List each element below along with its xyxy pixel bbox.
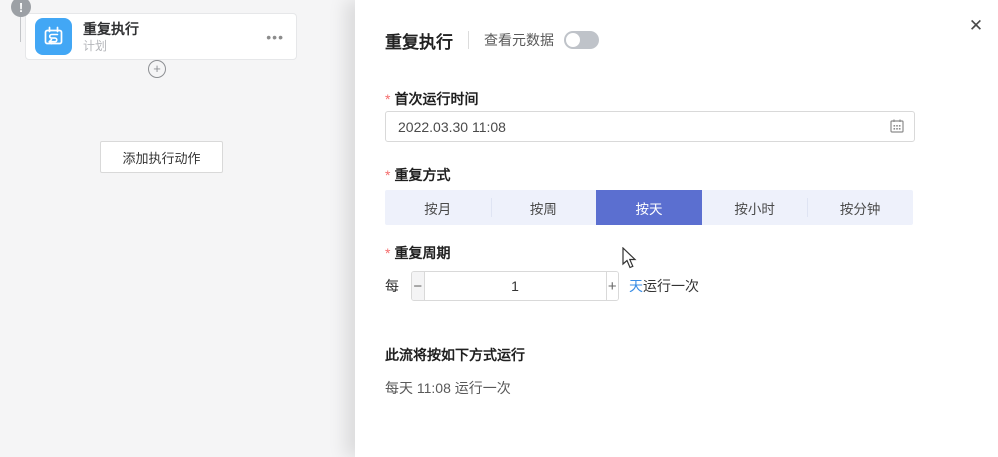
add-action-button[interactable]: 添加执行动作 bbox=[100, 141, 223, 173]
drawer-title: 重复执行 bbox=[385, 28, 453, 53]
header-divider bbox=[468, 31, 469, 49]
segment-by-minute[interactable]: 按分钟 bbox=[807, 190, 913, 225]
view-metadata-toggle[interactable] bbox=[564, 31, 599, 49]
node-text-block: 重复执行 计划 bbox=[83, 20, 266, 54]
calendar-icon[interactable] bbox=[889, 118, 905, 139]
toggle-knob bbox=[566, 33, 580, 47]
required-asterisk: * bbox=[385, 91, 390, 107]
stepper-minus-button[interactable]: − bbox=[412, 272, 425, 300]
stepper-plus-button[interactable]: + bbox=[606, 272, 619, 300]
schedule-calendar-icon bbox=[35, 18, 72, 55]
add-node-plus-icon[interactable]: + bbox=[148, 60, 166, 78]
node-title: 重复执行 bbox=[83, 20, 266, 38]
cycle-unit-label: 天 bbox=[629, 276, 643, 296]
segment-by-week[interactable]: 按周 bbox=[491, 190, 597, 225]
segment-by-day[interactable]: 按天 bbox=[596, 190, 702, 225]
first-run-time-input[interactable] bbox=[385, 111, 915, 142]
repeat-cycle-label: *重复周期 bbox=[385, 243, 968, 263]
segment-by-hour[interactable]: 按小时 bbox=[702, 190, 808, 225]
cycle-stepper: − + bbox=[411, 271, 619, 301]
repeat-mode-label: *重复方式 bbox=[385, 165, 968, 185]
close-icon[interactable]: ✕ bbox=[966, 16, 986, 36]
required-asterisk: * bbox=[385, 245, 390, 261]
view-metadata-label: 查看元数据 bbox=[484, 30, 554, 50]
cycle-value-input[interactable] bbox=[425, 272, 606, 300]
summary-heading: 此流将按如下方式运行 bbox=[385, 345, 968, 365]
node-connector-line bbox=[20, 16, 21, 42]
repeat-cycle-row: 每 − + 天 运行一次 bbox=[385, 271, 968, 301]
summary-text: 每天 11:08 运行一次 bbox=[385, 378, 968, 398]
first-run-time-label: *首次运行时间 bbox=[385, 89, 968, 109]
node-config-drawer: ✕ 重复执行 查看元数据 *首次运行时间 bbox=[355, 0, 998, 457]
segment-by-month[interactable]: 按月 bbox=[385, 190, 491, 225]
cycle-suffix-label: 运行一次 bbox=[643, 276, 699, 296]
app-window: ! 重复执行 计划 ••• + 添加执行动作 ✕ bbox=[0, 0, 998, 457]
schedule-node-card[interactable]: 重复执行 计划 ••• bbox=[25, 13, 297, 60]
node-subtitle: 计划 bbox=[83, 39, 266, 54]
required-asterisk: * bbox=[385, 167, 390, 183]
cycle-prefix-label: 每 bbox=[385, 276, 399, 296]
repeat-mode-segmented-control: 按月 按周 按天 按小时 按分钟 bbox=[385, 190, 913, 225]
node-more-menu-icon[interactable]: ••• bbox=[266, 29, 284, 45]
drawer-header: 重复执行 查看元数据 bbox=[385, 0, 968, 52]
